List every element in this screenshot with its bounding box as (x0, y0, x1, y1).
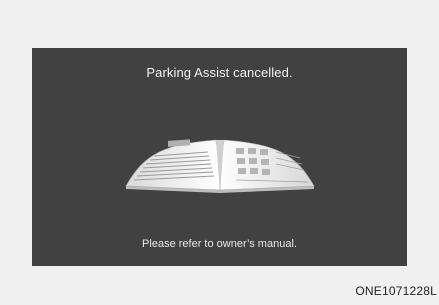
screen-title: Parking Assist cancelled. (146, 65, 293, 80)
figure-code: ONE1071228L (355, 284, 437, 298)
open-book-icon (125, 139, 315, 193)
display-screen: Parking Assist cancelled. Please refer t… (32, 48, 407, 266)
screen-message: Please refer to owner’s manual. (142, 238, 297, 250)
